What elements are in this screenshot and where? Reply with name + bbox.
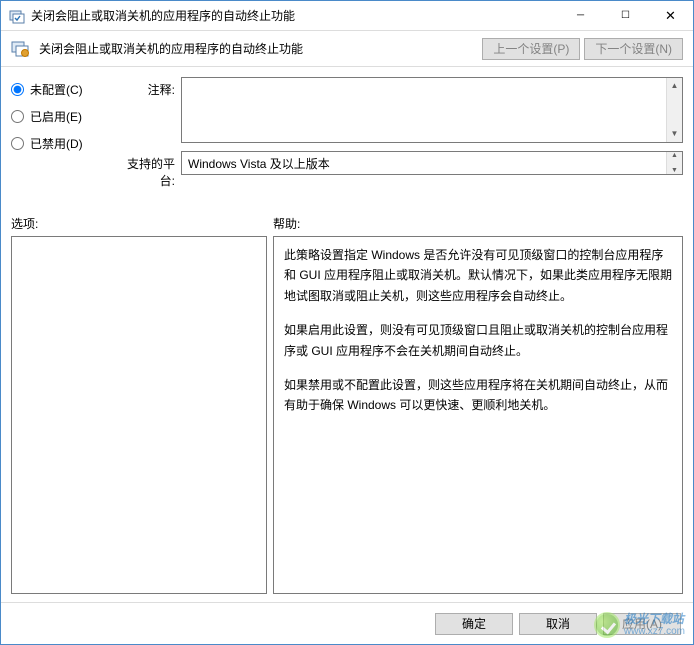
apply-button[interactable]: 应用(A) [603,613,681,635]
state-radio-group: 未配置(C) 已启用(E) 已禁用(D) [11,77,121,197]
app-icon [9,8,25,24]
previous-setting-button[interactable]: 上一个设置(P) [482,38,580,60]
content-panes: 此策略设置指定 Windows 是否允许没有可见顶级窗口的控制台应用程序和 GU… [1,236,693,602]
radio-not-configured[interactable]: 未配置(C) [11,81,121,98]
window-title: 关闭会阻止或取消关机的应用程序的自动终止功能 [31,7,558,24]
platform-value: Windows Vista 及以上版本 [188,157,330,171]
titlebar: 关闭会阻止或取消关机的应用程序的自动终止功能 ─ ☐ ✕ [1,1,693,31]
help-paragraph: 此策略设置指定 Windows 是否允许没有可见顶级窗口的控制台应用程序和 GU… [284,245,672,306]
config-area: 未配置(C) 已启用(E) 已禁用(D) 注释: ▲ ▼ [1,67,693,197]
help-paragraph: 如果禁用或不配置此设置，则这些应用程序将在关机期间自动终止，从而有助于确保 Wi… [284,375,672,416]
dialog-footer: 确定 取消 应用(A) 极光下载站 www.xz7.com [1,602,693,644]
window-controls: ─ ☐ ✕ [558,1,693,30]
help-pane[interactable]: 此策略设置指定 Windows 是否允许没有可见顶级窗口的控制台应用程序和 GU… [273,236,683,594]
help-section-label: 帮助: [273,215,683,232]
next-setting-button[interactable]: 下一个设置(N) [584,38,683,60]
radio-enabled-label: 已启用(E) [30,108,82,125]
radio-not-configured-label: 未配置(C) [30,81,83,98]
platform-row: 支持的平台: Windows Vista 及以上版本 ▲ ▼ [121,151,683,189]
options-section-label: 选项: [11,215,273,232]
comment-label: 注释: [121,77,181,143]
radio-not-configured-input[interactable] [11,83,24,96]
radio-enabled-input[interactable] [11,110,24,123]
scroll-up-icon[interactable]: ▲ [667,78,682,94]
scroll-down-icon[interactable]: ▼ [667,126,682,142]
ok-button[interactable]: 确定 [435,613,513,635]
platform-field[interactable]: Windows Vista 及以上版本 ▲ ▼ [181,151,683,175]
scroll-down-icon[interactable]: ▼ [667,167,682,174]
comment-textarea[interactable]: ▲ ▼ [181,77,683,143]
radio-disabled-input[interactable] [11,137,24,150]
scroll-up-icon[interactable]: ▲ [667,152,682,159]
fields-column: 注释: ▲ ▼ 支持的平台: Windows Vista 及以上版本 ▲ ▼ [121,77,683,197]
comment-row: 注释: ▲ ▼ [121,77,683,143]
options-pane[interactable] [11,236,267,594]
radio-disabled-label: 已禁用(D) [30,135,83,152]
cancel-button[interactable]: 取消 [519,613,597,635]
minimize-button[interactable]: ─ [558,1,603,30]
section-labels: 选项: 帮助: [1,197,693,236]
dialog-window: 关闭会阻止或取消关机的应用程序的自动终止功能 ─ ☐ ✕ 关闭会阻止或取消关机的… [0,0,694,645]
platform-scrollbar[interactable]: ▲ ▼ [666,152,682,174]
policy-icon [11,39,31,59]
platform-label: 支持的平台: [121,151,181,189]
close-button[interactable]: ✕ [648,1,693,30]
help-paragraph: 如果启用此设置，则没有可见顶级窗口且阻止或取消关机的控制台应用程序或 GUI 应… [284,320,672,361]
toolbar-heading: 关闭会阻止或取消关机的应用程序的自动终止功能 [39,40,478,57]
comment-scrollbar[interactable]: ▲ ▼ [666,78,682,142]
radio-disabled[interactable]: 已禁用(D) [11,135,121,152]
toolbar: 关闭会阻止或取消关机的应用程序的自动终止功能 上一个设置(P) 下一个设置(N) [1,31,693,67]
maximize-button[interactable]: ☐ [603,1,648,30]
radio-enabled[interactable]: 已启用(E) [11,108,121,125]
